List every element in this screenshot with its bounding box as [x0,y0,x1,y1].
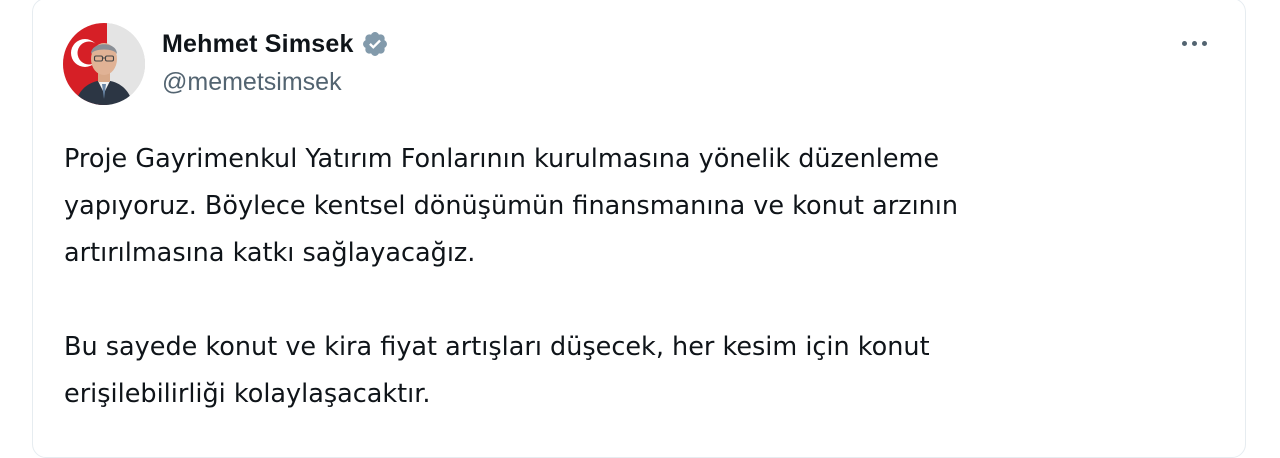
author-name-row[interactable]: Mehmet Simsek [162,26,389,62]
author-display-name[interactable]: Mehmet Simsek [162,30,354,59]
tweet-line: Bu sayede konut ve kira fiyat artışları … [64,332,930,362]
dot-icon [1201,40,1207,46]
tweet-paragraph: Proje Gayrimenkul Yatırım Fonlarının kur… [64,136,1214,277]
tweet-text: Proje Gayrimenkul Yatırım Fonlarının kur… [64,136,1214,418]
tweet-line: Proje Gayrimenkul Yatırım Fonlarının kur… [64,144,940,174]
tweet-line: yapıyoruz. Böylece kentsel dönüşümün fin… [64,191,959,221]
tweet-paragraph: Bu sayede konut ve kira fiyat artışları … [64,324,1214,418]
author-handle[interactable]: @memetsimsek [162,68,342,97]
more-options-button[interactable] [1172,28,1216,58]
dot-icon [1191,40,1197,46]
dot-icon [1181,40,1187,46]
avatar[interactable] [63,23,145,105]
verified-badge-icon [362,32,387,56]
tweet-line: artırılmasına katkı sağlayacağız. [64,238,476,268]
profile-photo [63,23,145,105]
tweet-line: erişilebilirliği kolaylaşacaktır. [64,379,431,409]
